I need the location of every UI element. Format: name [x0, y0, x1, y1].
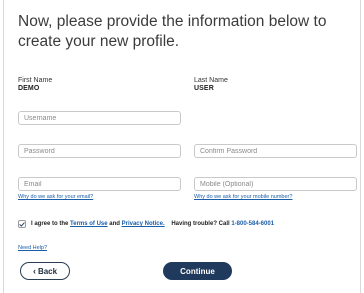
- password-input[interactable]: [18, 144, 181, 158]
- privacy-notice-link[interactable]: Privacy Notice.: [122, 221, 165, 227]
- confirm-password-input[interactable]: [194, 144, 357, 158]
- agree-prefix-text: I agree to the: [31, 221, 69, 227]
- chevron-left-icon: ‹: [32, 265, 36, 276]
- support-phone[interactable]: 1-800-584-6001: [231, 221, 274, 227]
- mobile-input[interactable]: [194, 177, 357, 191]
- why-mobile-link[interactable]: Why do we ask for your mobile number?: [194, 194, 292, 200]
- email-input[interactable]: [18, 177, 181, 191]
- first-name-label: First Name: [18, 77, 53, 84]
- username-input[interactable]: [18, 111, 181, 125]
- continue-button[interactable]: Continue: [163, 262, 232, 280]
- first-name-value: DEMO: [18, 85, 40, 92]
- terms-checkbox[interactable]: [18, 220, 26, 228]
- terms-of-use-link[interactable]: Terms of Use: [70, 221, 108, 227]
- need-help-link[interactable]: Need Help?: [18, 245, 47, 251]
- checkmark-icon: [19, 221, 25, 227]
- back-button[interactable]: ‹ Back: [20, 262, 70, 280]
- agreement-row: I agree to the Terms of Use and Privacy …: [18, 220, 274, 228]
- last-name-label: Last Name: [194, 77, 228, 84]
- continue-button-label: Continue: [180, 266, 215, 276]
- page-heading: Now, please provide the information belo…: [18, 13, 327, 50]
- last-name-value: USER: [194, 85, 214, 92]
- trouble-text: Having trouble? Call: [171, 221, 230, 227]
- back-button-label: Back: [37, 266, 58, 276]
- why-email-link[interactable]: Why do we ask for your email?: [18, 194, 93, 200]
- agree-and-text: and: [109, 221, 120, 227]
